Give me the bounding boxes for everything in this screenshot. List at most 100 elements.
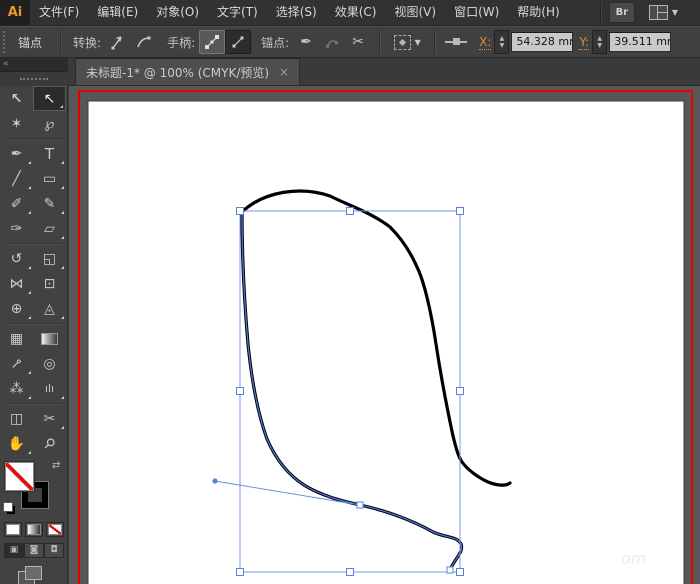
anchor-panel-label: 锚点: [18, 35, 43, 50]
blend-tool-button[interactable]: ◎: [33, 351, 66, 376]
direction-handle-endpoint[interactable]: [212, 478, 218, 484]
document-tab[interactable]: 未标题-1* @ 100% (CMYK/预览) ×: [75, 58, 301, 85]
selection-tool-button[interactable]: ↖: [0, 86, 33, 111]
hand-tool-button[interactable]: ✋: [0, 431, 33, 456]
convert-to-corner-button[interactable]: [105, 30, 131, 54]
draw-normal-button[interactable]: ▣: [4, 543, 24, 558]
x-coordinate-field[interactable]: 54.328 mm: [511, 32, 574, 52]
direct-selection-tool-icon: ↖: [43, 90, 56, 107]
anchor-point-mid[interactable]: [356, 501, 364, 509]
convert-to-smooth-button[interactable]: [131, 30, 157, 54]
stepper-up-icon[interactable]: ▲: [500, 35, 505, 42]
bbox-handle-bottom-mid[interactable]: [346, 568, 354, 576]
gradient-icon: [27, 524, 41, 535]
symbol-sprayer-tool-button[interactable]: ⁂: [0, 376, 33, 401]
gradient-button[interactable]: [25, 522, 43, 537]
perspective-grid-tool-icon: ◬: [44, 300, 55, 317]
menu-item-edit[interactable]: 编辑(E): [88, 0, 147, 25]
y-coordinate-field[interactable]: 39.511 mm: [609, 32, 672, 52]
workspace-switcher-button[interactable]: ▼: [648, 5, 678, 20]
eraser-tool-button[interactable]: ▱: [33, 216, 66, 241]
draw-behind-button[interactable]: ◙: [24, 543, 44, 558]
connect-endpoints-button[interactable]: [319, 30, 345, 54]
fill-swatch[interactable]: [5, 462, 34, 491]
x-stepper[interactable]: ▲ ▼: [494, 30, 510, 54]
workspace-layout-icon: [648, 5, 668, 20]
show-handles-toggle[interactable]: [199, 30, 226, 54]
direct-selection-tool-button[interactable]: ↖: [33, 86, 66, 111]
bridge-button[interactable]: Br: [608, 2, 635, 23]
lasso-tool-icon: ℘: [44, 115, 55, 132]
menu-item-type[interactable]: 文字(T): [208, 0, 267, 25]
menu-item-object[interactable]: 对象(O): [147, 0, 208, 25]
eyedropper-tool-button[interactable]: ⊸: [0, 351, 33, 376]
magic-wand-tool-button[interactable]: ✶: [0, 111, 33, 136]
slice-tool-button[interactable]: ✂: [33, 406, 66, 431]
bbox-handle-left-mid[interactable]: [236, 387, 244, 395]
slice-tool-icon: ✂: [43, 410, 56, 427]
close-icon[interactable]: ×: [279, 66, 289, 78]
screen-mode-button[interactable]: [18, 566, 42, 584]
stepper-up-icon[interactable]: ▲: [597, 35, 602, 42]
lasso-tool-button[interactable]: ℘: [33, 111, 66, 136]
stepper-down-icon[interactable]: ▼: [597, 42, 602, 49]
rotate-tool-icon: ↺: [10, 250, 23, 267]
column-graph-tool-icon: ılı: [44, 382, 55, 395]
draw-inside-button[interactable]: ◘: [44, 543, 64, 558]
cut-path-button[interactable]: ✂: [345, 30, 371, 54]
convert-corner-icon: [111, 36, 122, 50]
line-segment-tool-button[interactable]: ╱: [0, 166, 33, 191]
zoom-tool-button[interactable]: ⚲: [33, 431, 66, 456]
bbox-handle-bottom-right[interactable]: [456, 568, 464, 576]
paintbrush-tool-button[interactable]: ✐: [0, 191, 33, 216]
stepper-down-icon[interactable]: ▼: [500, 42, 505, 49]
bbox-handle-top-left[interactable]: [236, 207, 244, 215]
pen-tool-button[interactable]: ✒: [0, 141, 33, 166]
mesh-tool-button[interactable]: ▦: [0, 326, 33, 351]
shape-builder-tool-button[interactable]: ⊕: [0, 296, 33, 321]
color-button[interactable]: [4, 522, 22, 537]
tools-panel-grip[interactable]: [0, 72, 68, 86]
rectangle-tool-button[interactable]: ▭: [33, 166, 66, 191]
fill-stroke-controls: ⇄: [0, 458, 67, 520]
free-transform-tool-button[interactable]: ⊡: [33, 271, 66, 296]
bbox-handle-bottom-left[interactable]: [236, 568, 244, 576]
pencil-tool-button[interactable]: ✎: [33, 191, 66, 216]
y-coordinate-label: Y:: [579, 34, 590, 50]
artboard-tool-icon: ◫: [9, 410, 24, 427]
menubar-divider: [599, 3, 601, 22]
gradient-tool-button[interactable]: [33, 326, 66, 351]
none-button[interactable]: [46, 522, 64, 537]
menu-item-view[interactable]: 视图(V): [385, 0, 445, 25]
isolate-selection-button[interactable]: ▼: [388, 30, 426, 54]
rotate-tool-button[interactable]: ↺: [0, 246, 33, 271]
menu-item-help[interactable]: 帮助(H): [508, 0, 568, 25]
hide-handles-toggle[interactable]: [225, 30, 252, 54]
menu-item-effect[interactable]: 效果(C): [326, 0, 386, 25]
type-tool-button[interactable]: T: [33, 141, 66, 166]
draw-behind-icon: ◙: [29, 545, 39, 555]
canvas-area[interactable]: om: [69, 86, 700, 584]
control-bar-divider: [379, 30, 381, 54]
menu-item-file[interactable]: 文件(F): [30, 0, 88, 25]
anchor-point-end[interactable]: [446, 566, 454, 574]
width-tool-button[interactable]: ⋈: [0, 271, 33, 296]
remove-anchor-button[interactable]: ✒: [293, 30, 319, 54]
bbox-handle-right-mid[interactable]: [456, 387, 464, 395]
bbox-handle-top-right[interactable]: [456, 207, 464, 215]
menu-item-window[interactable]: 窗口(W): [445, 0, 508, 25]
control-bar-grip[interactable]: [3, 31, 10, 53]
perspective-grid-tool-button[interactable]: ◬: [33, 296, 66, 321]
bbox-handle-top-mid[interactable]: [346, 207, 354, 215]
document-view: om: [78, 90, 693, 584]
column-graph-tool-button[interactable]: ılı: [33, 376, 66, 401]
blob-brush-tool-button[interactable]: ✑: [0, 216, 33, 241]
menu-item-select[interactable]: 选择(S): [267, 0, 326, 25]
default-fill-stroke-icon[interactable]: [3, 502, 17, 515]
scale-tool-button[interactable]: ◱: [33, 246, 66, 271]
artboard-tool-button[interactable]: ◫: [0, 406, 33, 431]
collapse-panel-button[interactable]: «: [0, 58, 68, 72]
y-stepper[interactable]: ▲ ▼: [592, 30, 608, 54]
swap-fill-stroke-icon[interactable]: ⇄: [52, 460, 60, 471]
x-coordinate-label: X:: [479, 34, 492, 50]
